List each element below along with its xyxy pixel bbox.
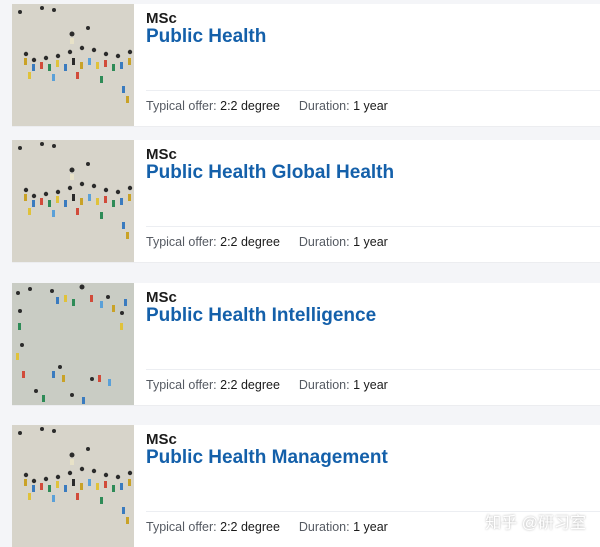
course-thumbnail[interactable] — [12, 140, 134, 262]
divider — [146, 226, 600, 227]
crowd-photo-icon — [12, 425, 134, 547]
course-level: MSc — [146, 146, 177, 163]
crowd-photo-icon — [12, 140, 134, 262]
course-level: MSc — [146, 431, 177, 448]
watermark: 知乎 @研习室 — [485, 515, 586, 532]
course-thumbnail[interactable] — [12, 4, 134, 126]
crowd-photo-icon — [12, 283, 134, 405]
divider — [146, 90, 600, 91]
duration-label: Duration: — [298, 520, 350, 534]
duration-value: 1 year — [353, 378, 388, 392]
duration-label: Duration: — [298, 235, 350, 249]
course-meta: Typical offer: 2:2 degree Duration: 1 ye… — [146, 378, 388, 392]
duration-value: 1 year — [353, 520, 388, 534]
offer-value: 2:2 degree — [220, 378, 280, 392]
course-card[interactable]: MSc Public Health Intelligence Typical o… — [12, 283, 600, 405]
offer-value: 2:2 degree — [220, 235, 280, 249]
course-thumbnail[interactable] — [12, 425, 134, 547]
crowd-photo-icon — [12, 4, 134, 126]
duration-label: Duration: — [298, 378, 350, 392]
course-title-link[interactable]: Public Health Global Health — [146, 162, 394, 184]
divider — [146, 369, 600, 370]
course-thumbnail[interactable] — [12, 283, 134, 405]
offer-label: Typical offer: — [146, 235, 217, 249]
course-card[interactable]: MSc Public Health Global Health Typical … — [12, 140, 600, 262]
course-meta: Typical offer: 2:2 degree Duration: 1 ye… — [146, 235, 388, 249]
course-meta: Typical offer: 2:2 degree Duration: 1 ye… — [146, 99, 388, 113]
duration-label: Duration: — [298, 99, 350, 113]
offer-label: Typical offer: — [146, 99, 217, 113]
course-card[interactable]: MSc Public Health Typical offer: 2:2 deg… — [12, 4, 600, 126]
course-meta: Typical offer: 2:2 degree Duration: 1 ye… — [146, 520, 388, 534]
offer-label: Typical offer: — [146, 378, 217, 392]
duration-value: 1 year — [353, 99, 388, 113]
course-title-link[interactable]: Public Health Management — [146, 447, 388, 469]
course-level: MSc — [146, 10, 177, 27]
offer-label: Typical offer: — [146, 520, 217, 534]
offer-value: 2:2 degree — [220, 99, 280, 113]
course-title-link[interactable]: Public Health Intelligence — [146, 305, 376, 327]
course-level: MSc — [146, 289, 177, 306]
course-title-link[interactable]: Public Health — [146, 26, 266, 48]
duration-value: 1 year — [353, 235, 388, 249]
offer-value: 2:2 degree — [220, 520, 280, 534]
